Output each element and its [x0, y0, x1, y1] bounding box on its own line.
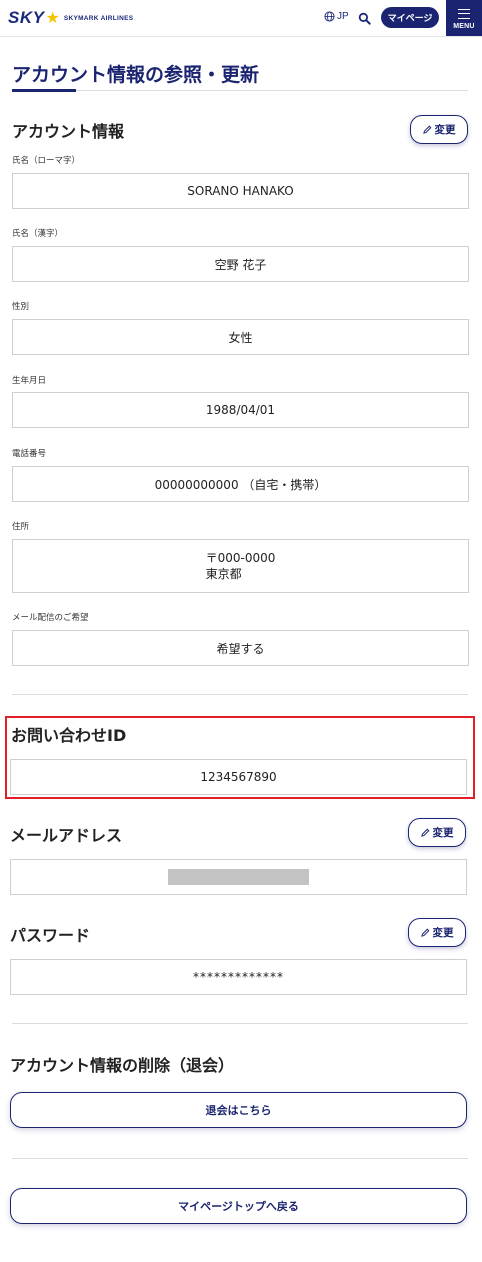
search-icon [358, 12, 371, 25]
field-label-name-roman: 氏名（ローマ字） [12, 156, 81, 166]
logo-airline-name: SKYMARK AIRLINES [63, 14, 134, 22]
field-label-name-kanji: 氏名（漢字） [12, 229, 64, 239]
phone-value: 00000000000 （自宅・携帯） [154, 477, 327, 492]
field-value-mail-preference: 希望する [12, 630, 469, 666]
field-label-phone: 電話番号 [12, 449, 47, 459]
withdraw-button-label: 退会はこちら [205, 1104, 272, 1117]
field-value-birthdate: 1988/04/01 [12, 392, 469, 428]
search-button[interactable] [358, 10, 371, 29]
field-label-address: 住所 [12, 522, 30, 532]
back-to-mypage-button[interactable]: マイページトップへ戻る [10, 1188, 467, 1224]
field-value-name-kanji: 空野 花子 [12, 246, 469, 282]
page-title: アカウント情報の参照・更新 [12, 64, 260, 86]
field-label-mail-preference: メール配信のご希望 [12, 613, 89, 623]
password-section-title: パスワード [10, 926, 91, 945]
account-section-title: アカウント情報 [12, 122, 125, 141]
inquiry-section-title: お問い合わせID [11, 726, 127, 745]
section-divider [12, 694, 468, 695]
name-roman-value: SORANO HANAKO [187, 184, 294, 198]
field-value-phone: 00000000000 （自宅・携帯） [12, 466, 469, 502]
birthdate-value: 1988/04/01 [205, 403, 276, 417]
field-value-password: ************* [10, 959, 467, 995]
field-value-gender: 女性 [12, 319, 469, 355]
email-edit-label: 変更 [432, 827, 454, 839]
field-value-inquiry-id: 1234567890 [10, 759, 467, 795]
gender-value: 女性 [228, 330, 253, 345]
title-underline-accent [12, 89, 76, 92]
section-divider [12, 1158, 468, 1159]
address-postal-code: 〒000-0000 [205, 551, 276, 565]
mail-preference-value: 希望する [216, 641, 265, 656]
menu-label: MENU [453, 23, 475, 30]
skymark-logo[interactable]: SKY ★ SKYMARK AIRLINES [8, 8, 133, 28]
inquiry-id-value: 1234567890 [200, 770, 277, 784]
site-header: SKY ★ SKYMARK AIRLINES JP マイページ MENU [0, 0, 482, 37]
language-selector[interactable]: JP [324, 11, 349, 22]
delete-section-title: アカウント情報の削除（退会） [10, 1056, 235, 1075]
field-value-address: 〒000-0000 東京都 [12, 539, 469, 593]
logo-star-icon: ★ [45, 7, 60, 27]
mypage-button[interactable]: マイページ [381, 7, 439, 28]
withdraw-button[interactable]: 退会はこちら [10, 1092, 467, 1128]
field-label-gender: 性別 [12, 302, 30, 312]
section-divider [12, 1023, 468, 1024]
password-edit-label: 変更 [432, 927, 454, 939]
title-divider [12, 90, 468, 91]
password-masked-value: ************* [193, 970, 284, 984]
field-label-birthdate: 生年月日 [12, 376, 47, 386]
pencil-icon [420, 928, 429, 937]
field-value-name-roman: SORANO HANAKO [12, 173, 469, 209]
pencil-icon [420, 828, 429, 837]
address-prefecture: 東京都 [205, 567, 242, 581]
logo-sky-text: SKY [8, 8, 45, 27]
account-edit-button[interactable]: 変更 [410, 115, 468, 144]
language-label: JP [337, 11, 349, 22]
back-to-mypage-label: マイページトップへ戻る [178, 1200, 299, 1213]
menu-button[interactable]: MENU [446, 0, 482, 36]
account-edit-label: 変更 [434, 124, 456, 136]
hamburger-icon [458, 9, 470, 19]
email-section-title: メールアドレス [10, 826, 123, 845]
name-kanji-value: 空野 花子 [214, 257, 267, 272]
globe-icon [324, 11, 335, 22]
password-edit-button[interactable]: 変更 [408, 918, 466, 947]
email-redacted-bar [168, 869, 309, 885]
field-value-email [10, 859, 467, 895]
pencil-icon [422, 125, 431, 134]
email-edit-button[interactable]: 変更 [408, 818, 466, 847]
